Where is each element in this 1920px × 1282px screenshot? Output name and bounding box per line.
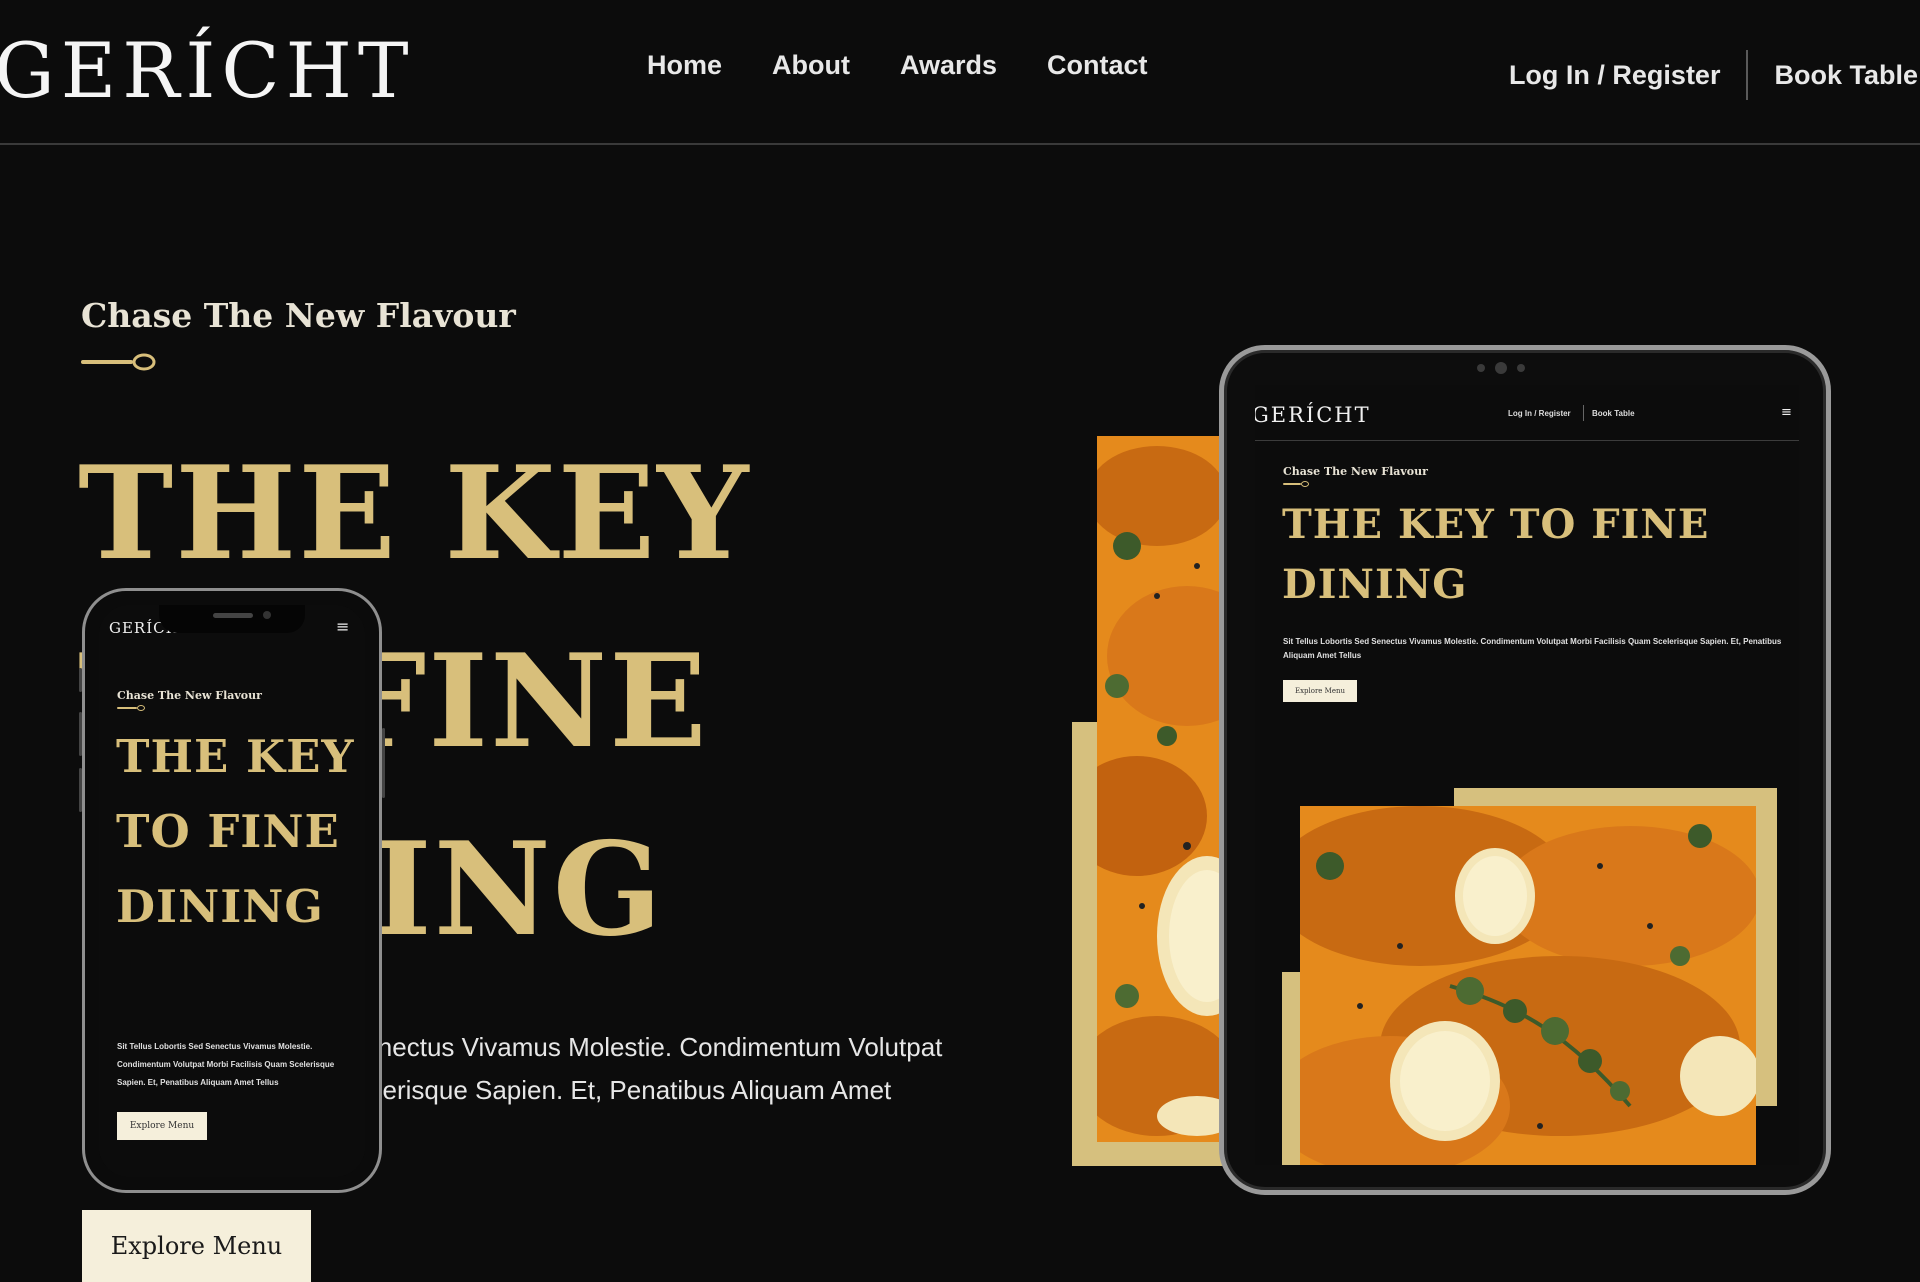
phone-subtitle: Chase The New Flavour: [117, 689, 262, 702]
explore-menu-button[interactable]: Explore Menu: [82, 1210, 311, 1282]
nav-actions: Log In / Register Book Table: [1509, 50, 1918, 100]
tablet-food-image: [1300, 806, 1756, 1165]
spoon-divider-icon: [1283, 481, 1309, 487]
tablet-nav-rule: [1255, 440, 1799, 441]
nav-awards[interactable]: Awards: [900, 50, 997, 81]
salmon-illustration: [1097, 436, 1237, 1142]
phone-notch: [159, 605, 305, 633]
camera-icon: [263, 611, 271, 619]
salmon-illustration: [1300, 806, 1756, 1165]
phone-title: THE KEY TO FINE DINING: [116, 730, 355, 933]
nav-home[interactable]: Home: [647, 50, 722, 81]
site-logo[interactable]: GERÍCHT: [0, 26, 415, 115]
tablet-paragraph: Sit Tellus Lobortis Sed Senectus Vivamus…: [1283, 637, 1782, 660]
tablet-logo[interactable]: GERÍCHT: [1255, 403, 1371, 427]
hero-subtitle: Chase The New Flavour: [81, 296, 516, 335]
phone-screen: GERÍCHT ≡ Chase The New Flavour THE KEY …: [99, 605, 365, 1177]
tablet-subtitle: Chase The New Flavour: [1283, 465, 1428, 478]
tablet-explore-menu-button[interactable]: Explore Menu: [1283, 680, 1357, 702]
login-register-link[interactable]: Log In / Register: [1509, 60, 1721, 91]
hamburger-menu-icon[interactable]: ≡: [1781, 405, 1792, 420]
tablet-nav-divider: [1583, 405, 1584, 421]
hamburger-menu-icon[interactable]: ≡: [336, 617, 349, 636]
tablet-login-link[interactable]: Log In / Register: [1508, 409, 1571, 418]
main-nav: Home About Awards Contact: [647, 50, 1148, 81]
nav-contact[interactable]: Contact: [1047, 50, 1148, 81]
phone-paragraph: Sit Tellus Lobortis Sed Senectus Vivamus…: [117, 1042, 335, 1087]
tablet-title: THE KEY TO FINE DINING: [1282, 501, 1710, 608]
phone-explore-menu-button[interactable]: Explore Menu: [117, 1112, 207, 1140]
nav-about[interactable]: About: [772, 50, 850, 81]
spoon-divider-icon: [81, 353, 156, 371]
phone-power-button: [382, 728, 385, 798]
camera-icon: [1477, 362, 1525, 374]
salmon-dish-image: [1097, 436, 1237, 1142]
book-table-link[interactable]: Book Table: [1774, 60, 1918, 91]
phone-mockup: GERÍCHT ≡ Chase The New Flavour THE KEY …: [82, 588, 382, 1193]
site-navbar: GERÍCHT Home About Awards Contact Log In…: [0, 0, 1920, 145]
tablet-book-table-link[interactable]: Book Table: [1592, 409, 1635, 418]
spoon-divider-icon: [117, 705, 145, 711]
tablet-mockup: GERÍCHT Log In / Register Book Table ≡ C…: [1219, 345, 1831, 1195]
tablet-screen: GERÍCHT Log In / Register Book Table ≡ C…: [1255, 385, 1799, 1165]
nav-divider: [1746, 50, 1749, 100]
